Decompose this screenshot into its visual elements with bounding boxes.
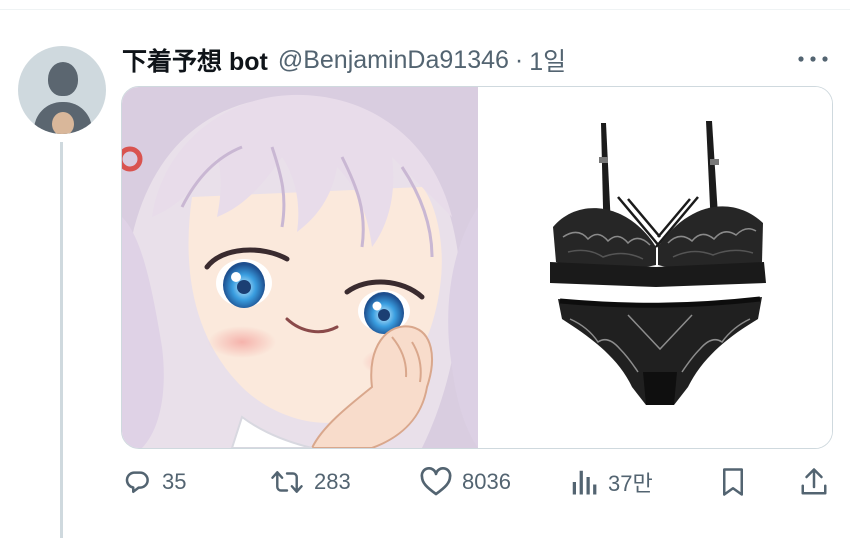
like-count: 8036 <box>462 469 511 494</box>
top-divider <box>0 9 850 10</box>
share-icon <box>801 468 827 495</box>
avatar[interactable] <box>18 46 106 134</box>
display-name[interactable]: 下着予想 bot <box>122 42 268 78</box>
media-image-lingerie[interactable] <box>478 87 832 448</box>
reply-icon <box>125 471 149 493</box>
tweet-media[interactable] <box>121 86 833 449</box>
more-horizontal-icon[interactable] <box>796 52 830 66</box>
reply-button[interactable]: 35 <box>122 462 186 502</box>
retweet-count: 283 <box>314 469 351 494</box>
tweet-actions: 35 283 8036 37만 <box>122 462 834 502</box>
views-count: 37만 <box>608 471 653 496</box>
retweet-icon <box>271 471 303 493</box>
analytics-icon <box>572 470 597 495</box>
tweet-time[interactable]: 1일 <box>529 42 566 78</box>
views-button[interactable]: 37만 <box>570 462 653 502</box>
bookmark-icon <box>723 468 743 496</box>
thread-line <box>60 142 63 538</box>
user-handle[interactable]: @BenjaminDa91346 <box>278 46 509 75</box>
media-image-anime-girl[interactable] <box>122 87 478 448</box>
bookmark-button[interactable] <box>720 462 746 502</box>
reply-count: 35 <box>162 469 187 494</box>
like-button[interactable]: 8036 <box>420 462 511 502</box>
retweet-button[interactable]: 283 <box>270 462 351 502</box>
share-button[interactable] <box>800 462 828 502</box>
heart-icon <box>420 467 452 496</box>
separator-dot: · <box>514 45 524 74</box>
tweet-header: 下着予想 bot @BenjaminDa91346 · 1일 <box>122 40 566 80</box>
